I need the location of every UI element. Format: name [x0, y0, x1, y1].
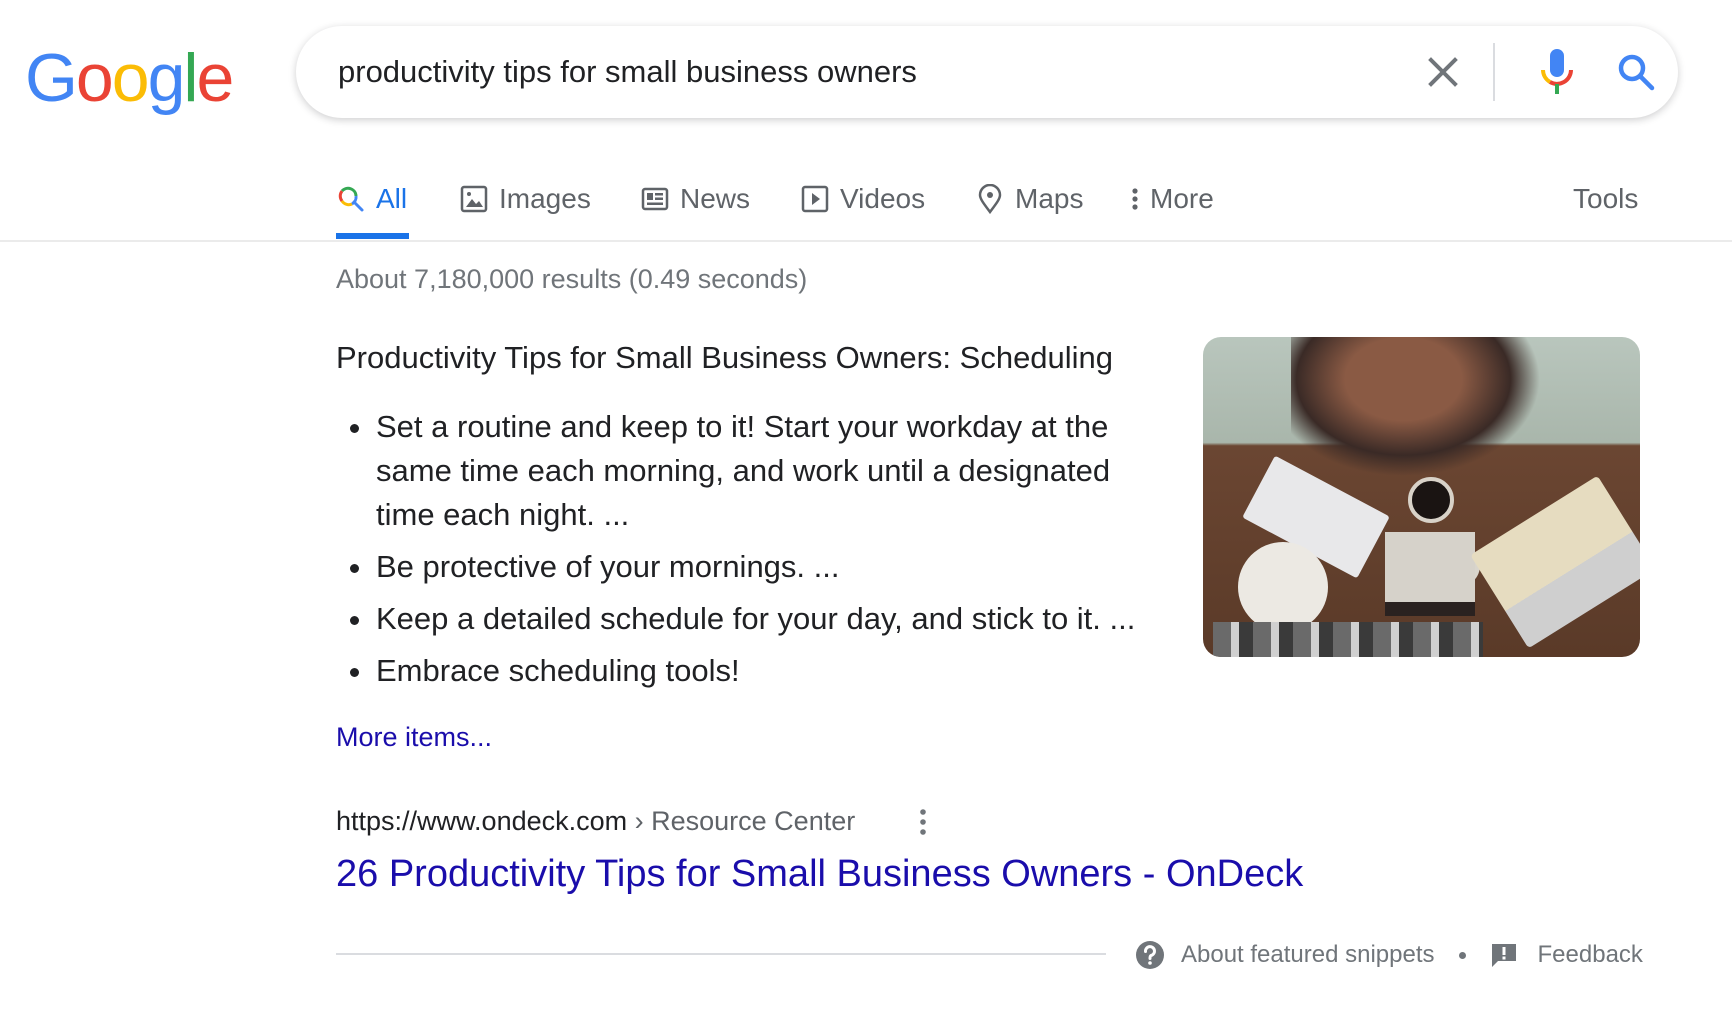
tab-label: More [1150, 183, 1214, 214]
image-person [1291, 337, 1541, 477]
logo-letter: l [183, 40, 198, 116]
tab-more[interactable]: More [1128, 160, 1214, 238]
snippet-divider [336, 953, 1106, 955]
search-box-divider [1493, 43, 1495, 101]
search-box [296, 26, 1678, 118]
tab-label: Maps [1015, 183, 1084, 214]
google-logo[interactable]: Google [25, 40, 235, 116]
search-icon [336, 184, 366, 214]
tab-label: All [376, 183, 408, 214]
result-title-link[interactable]: 26 Productivity Tips for Small Business … [336, 853, 1303, 896]
separator-dot [1458, 951, 1466, 959]
more-vert-icon [920, 809, 926, 835]
list-item: Keep a detailed schedule for your day, a… [336, 597, 1176, 641]
list-item: Be protective of your mornings. ... [336, 545, 1176, 589]
logo-letter: e [196, 40, 235, 116]
more-vert-icon [1128, 184, 1142, 214]
snippet-footer: About featured snippets Feedback [1135, 937, 1643, 973]
play-icon [800, 184, 830, 214]
tab-maps[interactable]: Maps [975, 160, 1083, 238]
logo-letter: G [25, 40, 78, 116]
tab-label: Images [499, 183, 591, 214]
result-url[interactable]: https://www.ondeck.com › Resource Center [336, 806, 855, 837]
image-plate [1238, 542, 1328, 632]
microphone-icon [1541, 49, 1573, 94]
feedback-icon [1491, 944, 1516, 967]
newspaper-icon [640, 184, 670, 214]
feedback-label: Feedback [1537, 941, 1643, 968]
result-options-button[interactable] [915, 807, 931, 837]
tab-all[interactable]: All [336, 160, 407, 238]
image-newspaper [1213, 622, 1483, 657]
tab-label: News [680, 183, 751, 214]
clear-search-button[interactable] [1424, 53, 1462, 91]
search-tabs: All Images News Videos Maps More Tools [0, 160, 1732, 242]
search-submit-button[interactable] [1616, 52, 1656, 92]
tab-images[interactable]: Images [459, 160, 591, 238]
about-featured-snippets-link[interactable]: About featured snippets [1135, 940, 1435, 970]
image-icon [459, 184, 489, 214]
feedback-link[interactable]: Feedback [1490, 941, 1643, 969]
about-label: About featured snippets [1181, 941, 1435, 968]
result-domain: https://www.ondeck.com [336, 806, 628, 836]
image-tablet [1385, 532, 1475, 616]
snippet-heading: Productivity Tips for Small Business Own… [336, 340, 1114, 375]
image-coffee-cup [1408, 477, 1454, 523]
image-laptop [1470, 475, 1640, 649]
tab-videos[interactable]: Videos [800, 160, 925, 238]
snippet-image[interactable] [1203, 337, 1640, 657]
snippet-list: Set a routine and keep to it! Start your… [336, 405, 1176, 701]
list-item: Set a routine and keep to it! Start your… [336, 405, 1176, 537]
list-item: Embrace scheduling tools! [336, 649, 1176, 693]
close-icon [1428, 57, 1458, 87]
result-stats: About 7,180,000 results (0.49 seconds) [336, 264, 808, 294]
tab-label: Videos [840, 183, 926, 214]
search-icon [1618, 54, 1655, 91]
logo-letter: o [75, 40, 114, 116]
logo-letter: g [147, 40, 186, 116]
tab-news[interactable]: News [640, 160, 750, 238]
voice-search-button[interactable] [1539, 49, 1575, 95]
help-icon [1136, 941, 1164, 969]
logo-letter: o [111, 40, 150, 116]
active-tab-indicator [336, 233, 409, 239]
map-pin-icon [975, 184, 1005, 214]
more-items-link[interactable]: More items... [336, 722, 492, 753]
result-breadcrumb: › Resource Center [627, 806, 856, 836]
tools-button[interactable]: Tools [1573, 160, 1638, 238]
search-input[interactable] [338, 26, 1338, 118]
